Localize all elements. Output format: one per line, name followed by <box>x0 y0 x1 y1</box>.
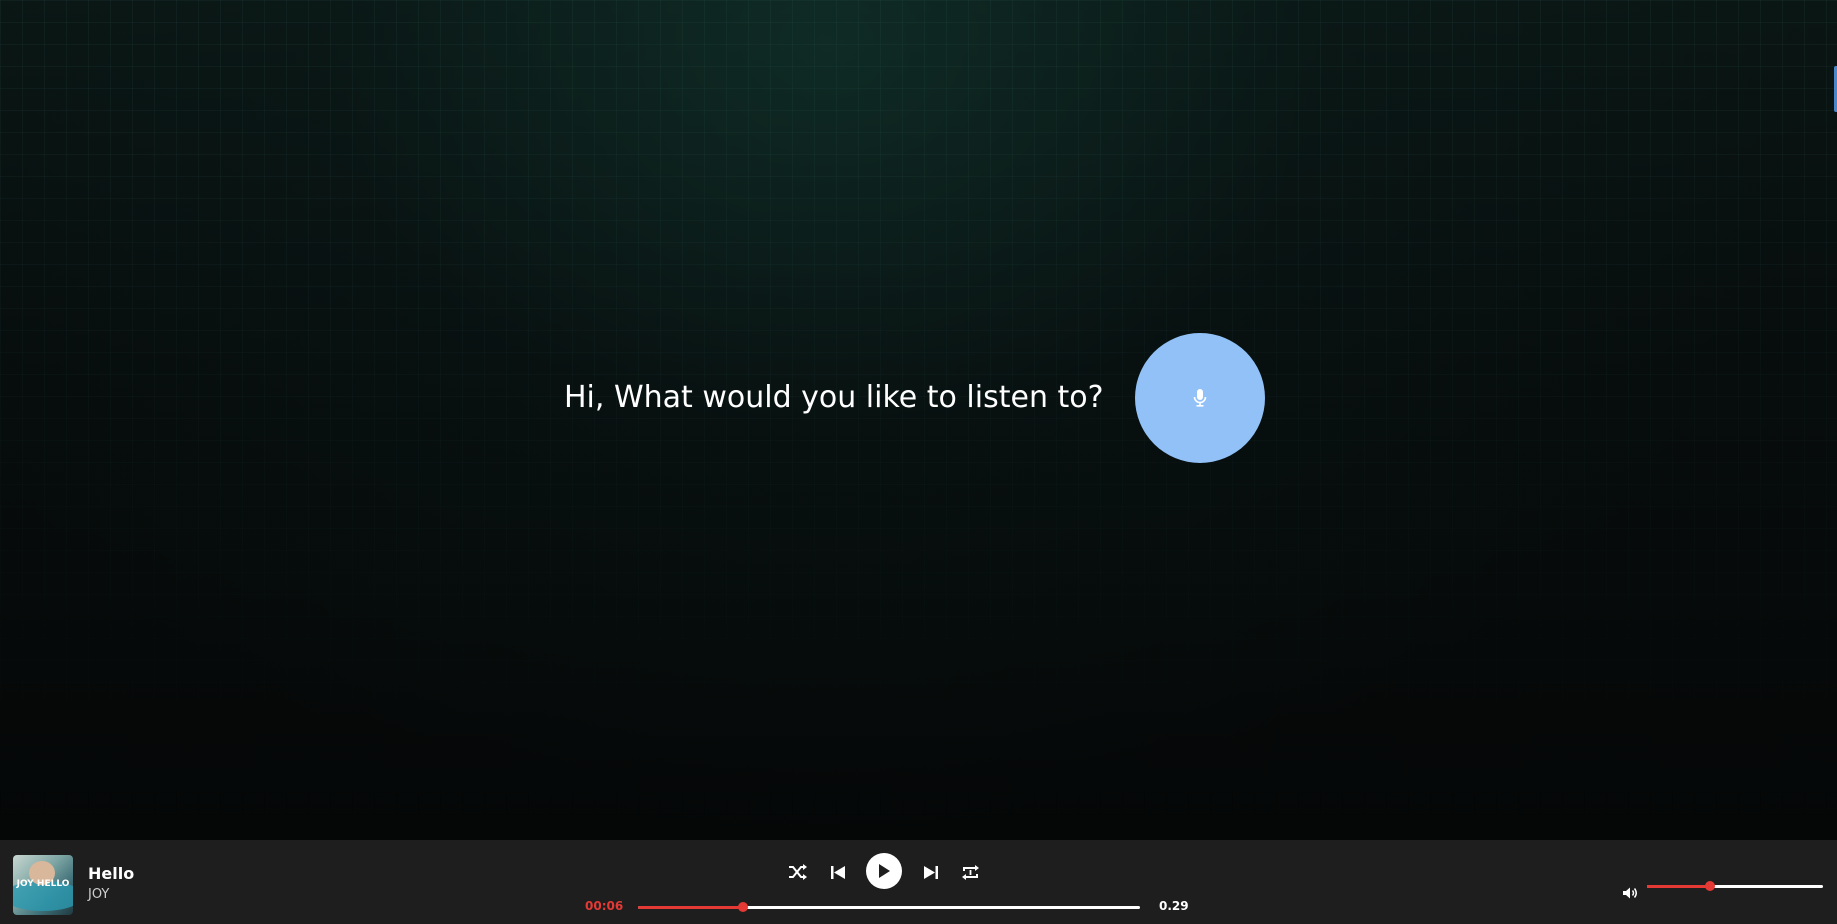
volume-handle[interactable] <box>1705 881 1716 891</box>
skip-next-icon <box>924 866 938 879</box>
repeat-button[interactable] <box>961 864 980 881</box>
volume-slider[interactable] <box>1647 881 1823 891</box>
player-bar: JOY HELLO Hello JOY 00:06 0.29 <box>0 840 1837 924</box>
mute-button[interactable] <box>1621 884 1639 902</box>
progress-handle[interactable] <box>738 902 749 912</box>
repeat-one-icon <box>962 865 979 880</box>
shuffle-button[interactable] <box>788 863 808 881</box>
microphone-button[interactable] <box>1135 333 1265 463</box>
album-cover[interactable]: JOY HELLO <box>13 855 73 915</box>
microphone-icon <box>1193 389 1207 407</box>
volume-icon <box>1623 887 1637 899</box>
current-time: 00:06 <box>585 899 624 913</box>
play-icon <box>879 864 890 878</box>
shuffle-icon <box>789 864 807 880</box>
volume-fill <box>1647 885 1711 888</box>
track-title: Hello <box>88 864 135 883</box>
progress-slider[interactable] <box>638 902 1140 912</box>
cover-art-lettering: JOY HELLO <box>16 879 70 889</box>
next-button[interactable] <box>923 865 939 880</box>
play-button[interactable] <box>866 853 902 889</box>
track-artist: JOY <box>88 887 110 902</box>
main-area: Hi, What would you like to listen to? <box>0 0 1837 840</box>
previous-button[interactable] <box>830 865 846 880</box>
total-time: 0.29 <box>1159 899 1189 913</box>
skip-previous-icon <box>831 866 845 879</box>
voice-prompt-text: Hi, What would you like to listen to? <box>564 380 1104 415</box>
progress-fill <box>638 906 744 909</box>
